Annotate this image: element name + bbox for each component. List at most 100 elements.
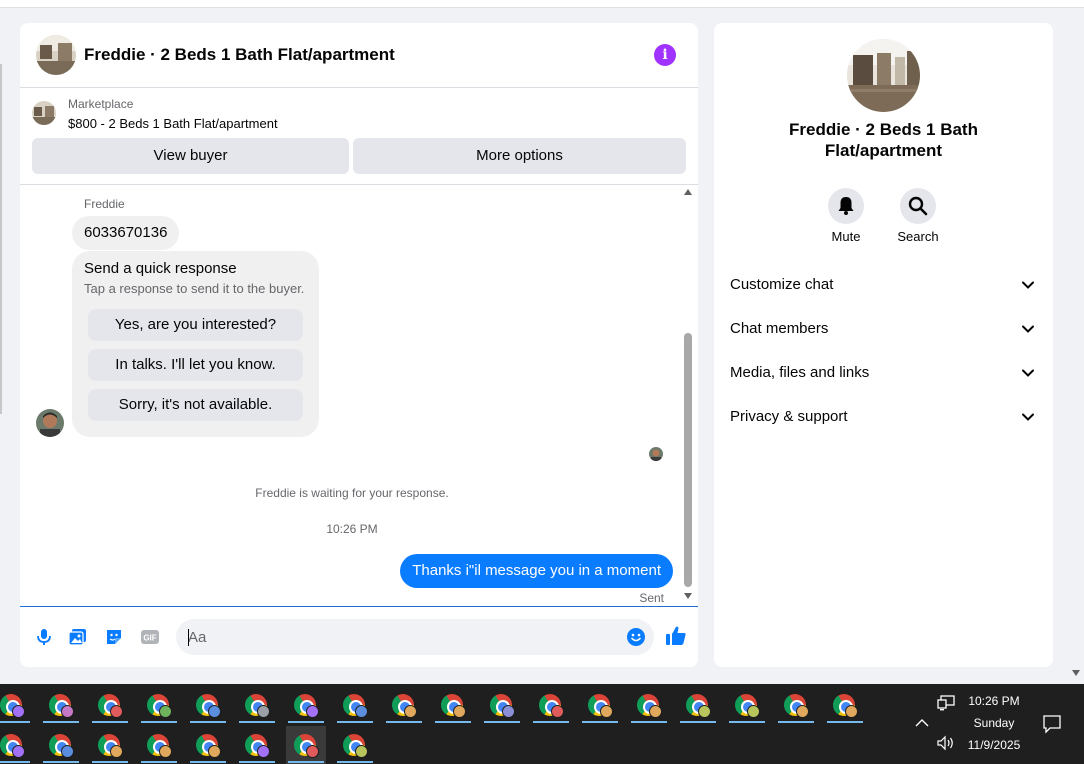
listing-avatar[interactable] (36, 35, 76, 75)
network-icon[interactable] (936, 694, 956, 717)
profile-avatar-icon (453, 705, 466, 718)
taskbar-chrome-window[interactable] (90, 726, 130, 764)
search-label: Search (897, 229, 939, 244)
running-indicator (631, 721, 667, 723)
running-indicator (337, 721, 373, 723)
thread-scrollbar[interactable] (682, 189, 694, 603)
text-caret (188, 629, 189, 646)
scroll-down-arrow-icon[interactable] (684, 593, 692, 599)
message-bubble-phone[interactable]: 6033670136 (72, 216, 180, 250)
listing-thumbnail[interactable] (32, 101, 56, 125)
my-message-bubble[interactable]: Thanks i"il message you in a moment (400, 554, 673, 588)
thumbs-up-icon[interactable] (665, 625, 687, 647)
taskbar-chrome-window[interactable] (0, 726, 32, 764)
chat-header: Freddie · 2 Beds 1 Bath Flat/apartment i (20, 23, 698, 88)
profile-avatar-icon (61, 705, 74, 718)
taskbar-chrome-window[interactable] (139, 726, 179, 764)
emoji-icon[interactable] (626, 627, 646, 647)
taskbar-chrome-window[interactable] (188, 686, 228, 724)
running-indicator (582, 721, 618, 723)
taskbar-chrome-window[interactable] (139, 686, 179, 724)
profile-avatar-icon (306, 745, 319, 758)
quick-response-option[interactable]: Sorry, it's not available. (88, 389, 303, 421)
taskbar-chrome-window[interactable] (580, 686, 620, 724)
profile-avatar-icon (649, 705, 662, 718)
taskbar-chrome-window[interactable] (482, 686, 522, 724)
taskbar-chrome-window[interactable] (188, 726, 228, 764)
waiting-notice: Freddie is waiting for your response. (255, 486, 449, 500)
info-icon[interactable]: i (654, 44, 676, 66)
listing-price-title[interactable]: $800 - 2 Beds 1 Bath Flat/apartment (68, 116, 278, 131)
taskbar-chrome-window[interactable] (776, 686, 816, 724)
quick-response-option[interactable]: Yes, are you interested? (88, 309, 303, 341)
taskbar-chrome-window[interactable] (335, 686, 375, 724)
taskbar-chrome-window[interactable] (727, 686, 767, 724)
conversation-info-panel: Freddie · 2 Beds 1 Bath Flat/apartment M… (714, 23, 1053, 667)
quick-response-title: Send a quick response (84, 260, 237, 277)
show-hidden-icons-chevron-icon[interactable] (914, 716, 930, 734)
taskbar-clock-time[interactable]: 10:26 PM (960, 694, 1028, 708)
profile-avatar-icon (796, 705, 809, 718)
taskbar-chrome-window[interactable] (678, 686, 718, 724)
message-thread[interactable]: Freddie 6033670136 Send a quick response… (20, 185, 698, 606)
mute-button[interactable] (828, 188, 864, 224)
scroll-up-arrow-icon[interactable] (684, 189, 692, 195)
sender-avatar[interactable] (36, 409, 64, 437)
microphone-icon[interactable] (34, 627, 54, 647)
taskbar-chrome-window[interactable] (237, 686, 277, 724)
running-indicator (92, 761, 128, 763)
running-indicator (0, 761, 30, 763)
sticker-icon[interactable] (104, 627, 124, 647)
taskbar-chrome-window[interactable] (0, 686, 32, 724)
taskbar-clock-date[interactable]: 11/9/2025 (960, 738, 1028, 752)
message-input[interactable] (176, 619, 654, 655)
photo-icon[interactable] (68, 627, 88, 647)
volume-icon[interactable] (936, 735, 956, 756)
running-indicator (0, 721, 30, 723)
profile-avatar-icon (208, 745, 221, 758)
taskbar-chrome-window[interactable] (384, 686, 424, 724)
profile-avatar-icon (306, 705, 319, 718)
taskbar-chrome-window[interactable] (41, 726, 81, 764)
running-indicator (190, 721, 226, 723)
gif-icon[interactable]: GIF (140, 627, 160, 647)
page-scroll-down-arrow-icon[interactable] (1072, 670, 1080, 676)
quick-response-option[interactable]: In talks. I'll let you know. (88, 349, 303, 381)
taskbar-chrome-window[interactable] (629, 686, 669, 724)
section-label: Customize chat (730, 276, 834, 293)
profile-avatar-icon (61, 745, 74, 758)
chat-title[interactable]: Freddie · 2 Beds 1 Bath Flat/apartment (84, 45, 395, 65)
scroll-thumb[interactable] (684, 333, 692, 587)
taskbar-clock-day[interactable]: Sunday (960, 716, 1028, 730)
running-indicator (92, 721, 128, 723)
profile-avatar-icon (747, 705, 760, 718)
more-options-button[interactable]: More options (353, 138, 686, 174)
running-indicator (435, 721, 471, 723)
taskbar-chrome-window[interactable] (237, 726, 277, 764)
taskbar-chrome-window[interactable] (335, 726, 375, 764)
chat-members-section[interactable]: Chat members (714, 306, 1053, 350)
running-indicator (141, 761, 177, 763)
privacy-support-section[interactable]: Privacy & support (714, 394, 1053, 438)
taskbar-chrome-window[interactable] (286, 726, 326, 764)
media-files-links-section[interactable]: Media, files and links (714, 350, 1053, 394)
taskbar-chrome-window[interactable] (286, 686, 326, 724)
search-button[interactable] (900, 188, 936, 224)
customize-chat-section[interactable]: Customize chat (714, 262, 1053, 306)
taskbar-chrome-window[interactable] (531, 686, 571, 724)
running-indicator (337, 761, 373, 763)
taskbar-chrome-window[interactable] (433, 686, 473, 724)
windows-taskbar: 10:26 PM Sunday 11/9/2025 (0, 684, 1084, 764)
running-indicator (386, 721, 422, 723)
taskbar-chrome-window[interactable] (825, 686, 865, 724)
running-indicator (827, 721, 863, 723)
section-label: Privacy & support (730, 408, 848, 425)
taskbar-chrome-window[interactable] (90, 686, 130, 724)
taskbar-chrome-window[interactable] (41, 686, 81, 724)
running-indicator (43, 721, 79, 723)
listing-large-avatar[interactable] (847, 39, 920, 112)
mute-label: Mute (831, 229, 861, 244)
running-indicator (288, 721, 324, 723)
view-buyer-button[interactable]: View buyer (32, 138, 349, 174)
notification-center-icon[interactable] (1042, 714, 1062, 739)
